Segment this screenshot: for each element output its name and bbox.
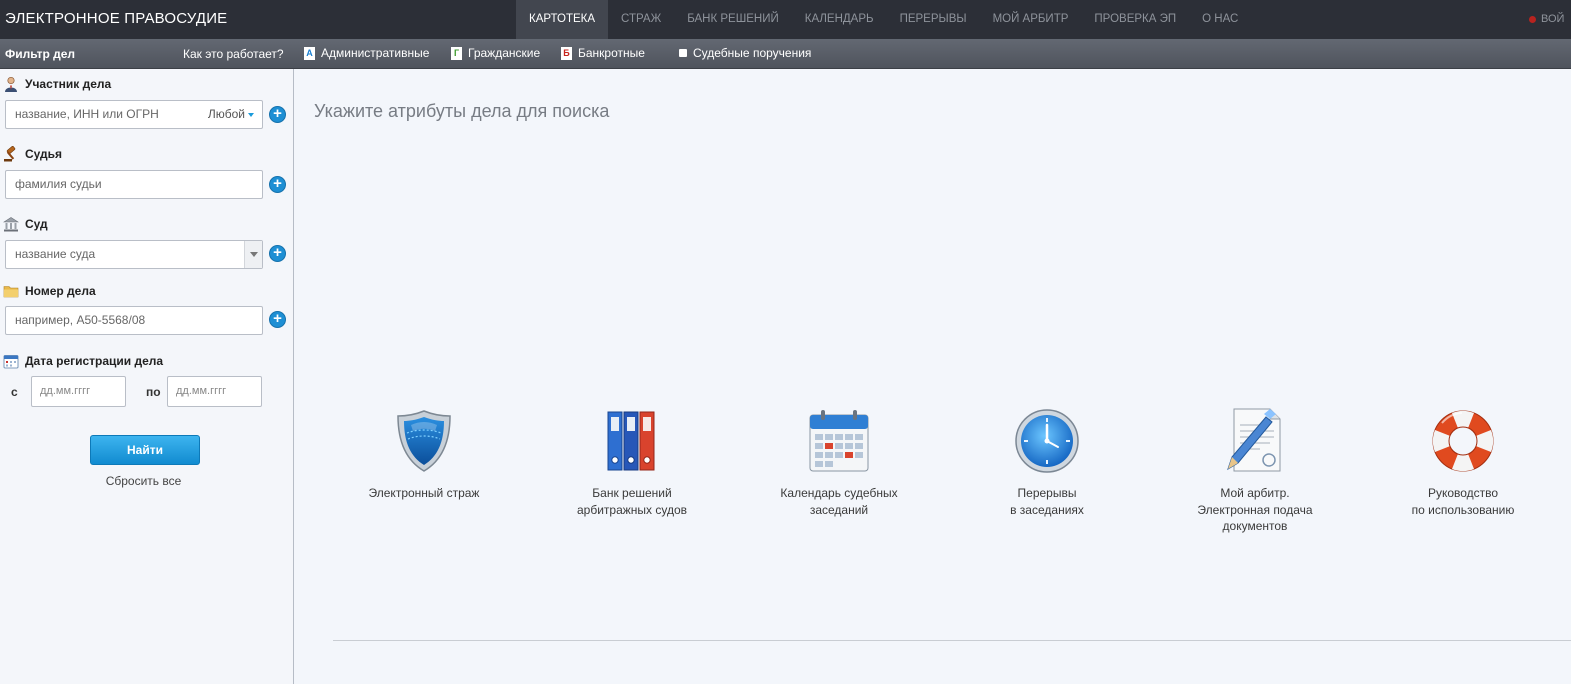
calendar-icon xyxy=(809,410,869,472)
nav-bank-resheniy[interactable]: БАНК РЕШЕНИЙ xyxy=(674,0,792,39)
tile-caption: Электронный страж xyxy=(368,486,480,500)
shield-icon xyxy=(397,410,451,472)
add-participant-button[interactable]: + xyxy=(269,106,286,123)
reset-all-link[interactable]: Сбросить все xyxy=(0,474,287,488)
judge-label: Судья xyxy=(25,147,63,161)
tile-user-guide[interactable]: Руководство по использованию xyxy=(1383,405,1543,518)
reg-date-section-label: Дата регистрации дела xyxy=(3,353,163,369)
category-label: Судебные поручения xyxy=(693,46,812,60)
case-number-placeholder: например, А50-5568/08 xyxy=(15,313,146,327)
judge-placeholder: фамилия судьи xyxy=(15,177,102,191)
court-section-label: Суд xyxy=(3,216,48,232)
clock-icon xyxy=(1015,409,1079,473)
court-label: Суд xyxy=(25,217,48,231)
nav-check-ep[interactable]: ПРОВЕРКА ЭП xyxy=(1081,0,1189,39)
participant-label: Участник дела xyxy=(25,77,112,91)
folder-icon xyxy=(3,286,19,298)
lifebuoy-icon xyxy=(1432,410,1494,472)
nav-breaks[interactable]: ПЕРЕРЫВЫ xyxy=(887,0,980,39)
courthouse-icon xyxy=(3,217,19,232)
case-number-label: Номер дела xyxy=(25,284,96,298)
date-to-input[interactable]: дд.мм.гггг xyxy=(167,376,262,407)
date-from-input[interactable]: дд.мм.гггг xyxy=(31,376,126,407)
date-to-label: по xyxy=(146,385,161,399)
binders-icon xyxy=(607,411,655,471)
how-it-works-link[interactable]: Как это работает? xyxy=(183,47,284,61)
filter-title: Фильтр дел xyxy=(5,47,76,61)
status-dot-icon xyxy=(1529,15,1536,23)
court-placeholder: название суда xyxy=(15,247,96,261)
reg-date-label: Дата регистрации дела xyxy=(25,354,164,368)
category-letter-a-icon: А xyxy=(304,46,315,60)
tile-caption: Мой арбитр. Электронная подача документо… xyxy=(1197,486,1313,533)
document-pen-icon xyxy=(1227,408,1281,472)
category-letter-g-icon: Г xyxy=(451,46,462,60)
category-civil[interactable]: Г Гражданские xyxy=(451,46,540,60)
category-label: Административные xyxy=(321,46,430,60)
main-nav: КАРТОТЕКА СТРАЖ БАНК РЕШЕНИЙ КАЛЕНДАРЬ П… xyxy=(516,0,1251,39)
case-number-input[interactable]: например, А50-5568/08 xyxy=(5,306,263,335)
court-select[interactable]: название суда xyxy=(5,240,263,269)
category-label: Банкротные xyxy=(578,46,645,60)
participant-mode-select[interactable]: Любой xyxy=(208,101,254,128)
date-from-label: с xyxy=(11,385,18,399)
chevron-down-icon[interactable] xyxy=(244,241,262,268)
filter-sidebar: Участник дела название, ИНН или ОГРН Люб… xyxy=(0,69,294,684)
judge-input[interactable]: фамилия судьи xyxy=(5,170,263,199)
participant-input[interactable]: название, ИНН или ОГРН Любой xyxy=(5,100,263,129)
login-label: ВОЙ xyxy=(1541,13,1565,25)
participant-placeholder: название, ИНН или ОГРН xyxy=(15,107,159,121)
content-divider xyxy=(333,640,1571,641)
add-case-number-button[interactable]: + xyxy=(269,311,286,328)
nav-kartoteka[interactable]: КАРТОТЕКА xyxy=(516,0,609,39)
login-link[interactable]: ВОЙ xyxy=(1529,13,1564,25)
calendar-icon xyxy=(3,355,19,369)
nav-about[interactable]: О НАС xyxy=(1189,0,1251,39)
add-judge-button[interactable]: + xyxy=(269,176,286,193)
tile-caption: Банк решений арбитражных судов xyxy=(576,486,688,517)
nav-calendar[interactable]: КАЛЕНДАРЬ xyxy=(792,0,887,39)
category-bankruptcy[interactable]: Б Банкротные xyxy=(561,46,645,60)
page-title: Укажите атрибуты дела для поиска xyxy=(314,101,610,121)
filter-bar: Фильтр дел Как это работает? А Администр… xyxy=(0,39,1571,69)
tile-my-arbitr[interactable]: Мой арбитр. Электронная подача документо… xyxy=(1175,405,1335,535)
category-administrative[interactable]: А Административные xyxy=(304,46,429,60)
site-brand[interactable]: ЭЛЕКТРОННОЕ ПРАВОСУДИЕ xyxy=(5,10,227,27)
category-label: Гражданские xyxy=(468,46,541,60)
category-letter-b-icon: Б xyxy=(561,46,572,60)
tile-decisions-bank[interactable]: Банк решений арбитражных судов xyxy=(552,405,712,518)
find-button[interactable]: Найти xyxy=(90,435,200,465)
tile-caption: Календарь судебных заседаний xyxy=(780,486,898,517)
tile-breaks[interactable]: Перерывы в заседаниях xyxy=(967,405,1127,518)
person-icon xyxy=(5,76,17,92)
judge-section-label: Судья xyxy=(3,146,62,162)
category-square-icon xyxy=(679,49,687,57)
tile-caption: Руководство по использованию xyxy=(1411,486,1515,517)
tile-caption: Перерывы в заседаниях xyxy=(1010,486,1084,517)
tile-electronic-guard[interactable]: Электронный страж xyxy=(344,405,504,502)
category-court-orders[interactable]: Судебные поручения xyxy=(679,46,811,60)
top-bar: ЭЛЕКТРОННОЕ ПРАВОСУДИЕ КАРТОТЕКА СТРАЖ Б… xyxy=(0,0,1571,39)
tile-court-calendar[interactable]: Календарь судебных заседаний xyxy=(759,405,919,518)
nav-strazh[interactable]: СТРАЖ xyxy=(608,0,674,39)
add-court-button[interactable]: + xyxy=(269,245,286,262)
case-number-section-label: Номер дела xyxy=(3,283,96,299)
participant-section-label: Участник дела xyxy=(3,76,111,92)
gavel-icon xyxy=(4,146,16,162)
nav-my-arbitr[interactable]: МОЙ АРБИТР xyxy=(980,0,1082,39)
